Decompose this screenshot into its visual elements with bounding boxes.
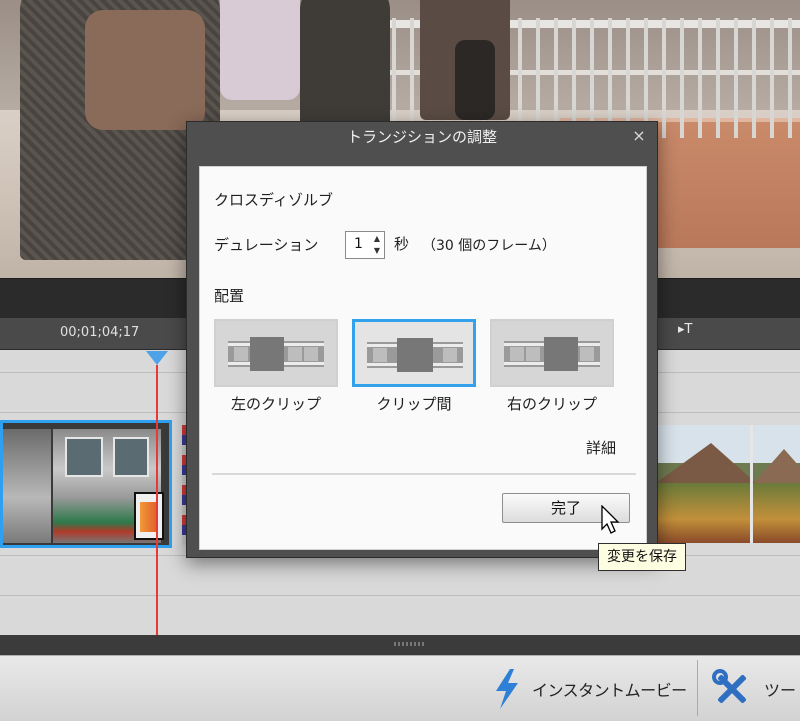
dialog-title: トランジションの調整 [346, 128, 497, 146]
transition-name: クロスディゾルブ [214, 191, 333, 209]
timeline-marker-icon[interactable]: ▸T [678, 322, 692, 337]
preview-person-3 [300, 0, 390, 130]
duration-label: デュレーション [214, 236, 319, 254]
close-icon[interactable]: × [629, 126, 649, 146]
frames-count: （30 個のフレーム） [422, 238, 556, 254]
placement-between-clips-label: クリップ間 [376, 395, 452, 413]
duration-stepper[interactable]: 1 ▲ ▼ [345, 231, 385, 259]
instant-movie-button[interactable]: インスタントムービー [482, 665, 697, 713]
stepper-down-icon[interactable]: ▼ [372, 245, 382, 257]
clip-field [656, 483, 800, 543]
preview-person-2 [220, 0, 300, 100]
duration-value[interactable]: 1 [354, 236, 363, 252]
instant-movie-label: インスタントムービー [532, 681, 687, 700]
placement-left-clip-button[interactable] [214, 319, 338, 387]
tools-label: ツー [764, 681, 797, 700]
mouse-pointer-icon [601, 505, 620, 534]
placement-right-clip-button[interactable] [490, 319, 614, 387]
lightning-bolt-icon [496, 669, 518, 709]
clip-frame-window [65, 437, 103, 477]
placement-left-clip-label: 左のクリップ [230, 395, 321, 413]
tools-icon [712, 669, 747, 704]
playhead-line [156, 365, 158, 635]
preview-bag [85, 10, 205, 130]
placement-label: 配置 [214, 287, 245, 305]
splitter-grip-icon[interactable] [394, 642, 424, 646]
track-divider [0, 595, 800, 596]
save-changes-tooltip: 変更を保存 [598, 543, 686, 571]
timecode-label: 00;01;04;17 [60, 325, 140, 340]
transition-adjust-dialog: トランジションの調整 × クロスディゾルブ デュレーション 1 ▲ ▼ 秒 （3… [186, 121, 658, 558]
video-clip-right[interactable] [656, 425, 800, 543]
stepper-up-icon[interactable]: ▲ [372, 233, 382, 245]
clip-frame-window [113, 437, 149, 477]
dialog-divider [212, 473, 636, 475]
transition-icon[interactable] [134, 492, 164, 540]
preview-person-4-bag [455, 40, 495, 120]
placement-right-clip-label: 右のクリップ [506, 395, 597, 413]
clip-frame [3, 429, 51, 543]
between-clips-placement-icon [367, 338, 463, 372]
details-link[interactable]: 詳細 [586, 437, 616, 458]
placement-between-clips-button[interactable] [352, 319, 476, 387]
clip-frame-divider [750, 425, 753, 543]
tools-button[interactable]: ツー [712, 665, 796, 713]
seconds-unit: 秒 [394, 235, 410, 253]
left-clip-placement-icon [228, 337, 324, 371]
toolbar-separator [697, 660, 698, 716]
dialog-body: クロスディゾルブ デュレーション 1 ▲ ▼ 秒 （30 個のフレーム） 配置 [199, 166, 647, 550]
right-clip-placement-icon [504, 337, 600, 371]
